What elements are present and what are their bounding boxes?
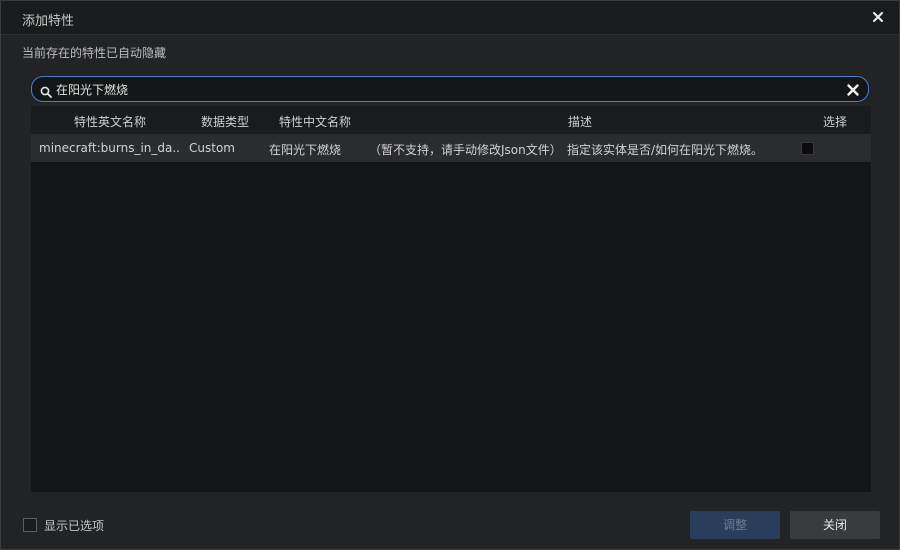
cell-data-type: Custom — [189, 141, 235, 155]
close-button[interactable]: 关闭 — [790, 511, 880, 539]
cell-unsupported-note: （暂不支持，请手动修改Json文件） — [369, 143, 559, 157]
show-selected-checkbox[interactable] — [23, 518, 37, 532]
cell-english-name: minecraft:burns_in_da... — [39, 141, 181, 155]
cell-chinese-name: 在阳光下燃烧 — [269, 143, 342, 157]
header-select: 选择 — [823, 115, 848, 129]
table-row[interactable]: minecraft:burns_in_da... Custom 在阳光下燃烧 （… — [31, 134, 871, 162]
adjust-button[interactable]: 调整 — [690, 511, 780, 539]
header-english-name: 特性英文名称 — [74, 115, 147, 129]
row-select-checkbox[interactable] — [801, 142, 814, 155]
table-header: 特性英文名称 数据类型 特性中文名称 描述 选择 — [31, 106, 871, 134]
dialog-title: 添加特性 — [22, 14, 75, 29]
search-input[interactable] — [56, 78, 836, 100]
hidden-attributes-notice: 当前存在的特性已自动隐藏 — [22, 46, 167, 60]
search-box[interactable] — [31, 76, 869, 102]
header-data-type: 数据类型 — [201, 115, 250, 129]
clear-icon[interactable] — [846, 82, 860, 96]
header-description: 描述 — [568, 115, 593, 129]
close-icon[interactable] — [869, 8, 887, 26]
header-chinese-name: 特性中文名称 — [279, 115, 352, 129]
attribute-table: 特性英文名称 数据类型 特性中文名称 描述 选择 minecraft:burns… — [31, 106, 871, 492]
cell-description: 指定该实体是否/如何在阳光下燃烧。 — [567, 143, 764, 157]
title-bar: 添加特性 — [1, 1, 899, 35]
search-icon — [40, 83, 52, 98]
show-selected-label: 显示已选项 — [44, 519, 105, 533]
add-attribute-dialog: 添加特性 当前存在的特性已自动隐藏 特性英文名称 数据类型 特性中文名称 描述 — [0, 0, 900, 550]
